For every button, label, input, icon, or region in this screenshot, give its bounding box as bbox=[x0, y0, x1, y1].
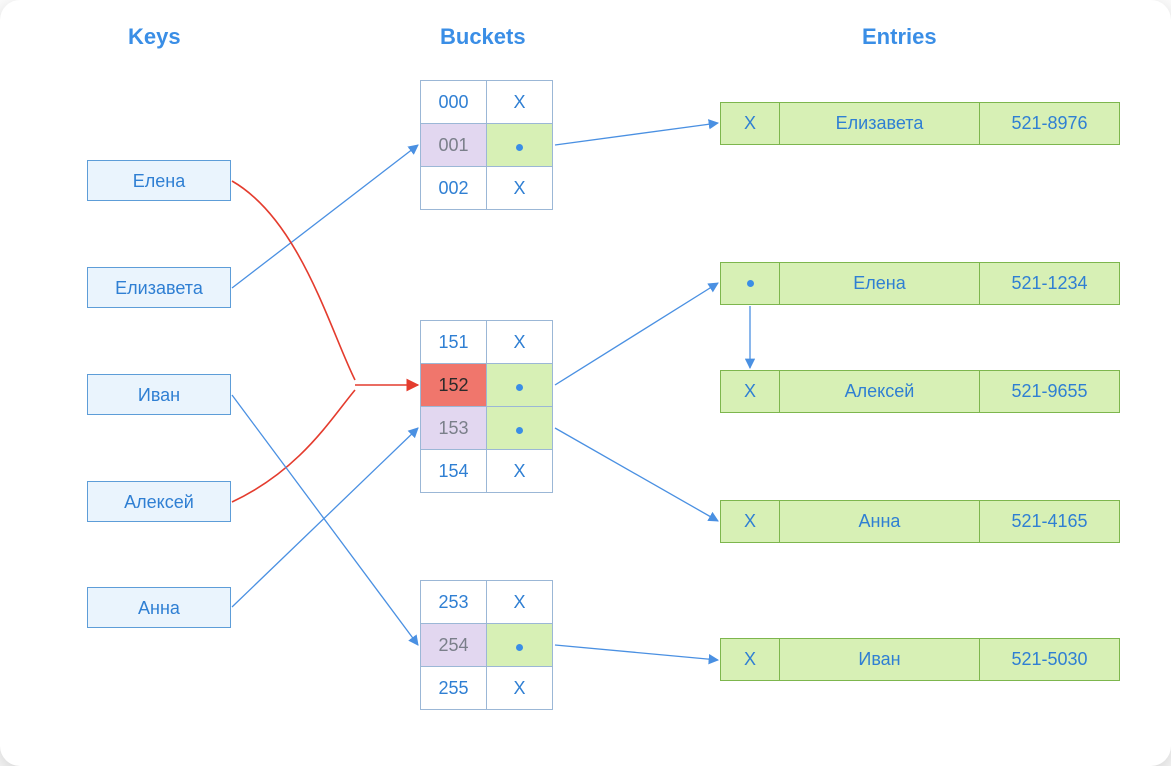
bucket-index: 253 bbox=[421, 581, 487, 624]
bucket-pointer: X bbox=[487, 667, 553, 710]
entry-row: X Анна 521-4165 bbox=[720, 500, 1120, 543]
bucket-index: 153 bbox=[421, 407, 487, 450]
entry-next: X bbox=[720, 500, 780, 543]
key-item: Елена bbox=[87, 160, 231, 201]
entry-row: X Елизавета 521-8976 bbox=[720, 102, 1120, 145]
entry-phone: 521-9655 bbox=[980, 370, 1120, 413]
entry-name: Елена bbox=[780, 262, 980, 305]
entry-name: Анна bbox=[780, 500, 980, 543]
bucket-index: 151 bbox=[421, 321, 487, 364]
key-item: Иван bbox=[87, 374, 231, 415]
bucket-pointer: X bbox=[487, 81, 553, 124]
heading-keys: Keys bbox=[128, 24, 181, 50]
bucket-pointer: X bbox=[487, 450, 553, 493]
bucket-index: 000 bbox=[421, 81, 487, 124]
key-item: Елизавета bbox=[87, 267, 231, 308]
key-item: Алексей bbox=[87, 481, 231, 522]
bucket-pointer: X bbox=[487, 167, 553, 210]
bucket-index: 152 bbox=[421, 364, 487, 407]
entry-next: X bbox=[720, 102, 780, 145]
bucket-group: 151 X 152 153 154 X bbox=[420, 320, 553, 493]
bucket-pointer: X bbox=[487, 321, 553, 364]
bucket-pointer bbox=[487, 364, 553, 407]
bucket-index: 154 bbox=[421, 450, 487, 493]
bucket-pointer: X bbox=[487, 581, 553, 624]
entry-row: X Иван 521-5030 bbox=[720, 638, 1120, 681]
entry-phone: 521-5030 bbox=[980, 638, 1120, 681]
entry-phone: 521-8976 bbox=[980, 102, 1120, 145]
entry-phone: 521-1234 bbox=[980, 262, 1120, 305]
arrow bbox=[555, 283, 718, 385]
entry-name: Елизавета bbox=[780, 102, 980, 145]
hash-table-diagram: Keys Buckets Entries Елена Елизавета Ива… bbox=[0, 0, 1171, 766]
heading-entries: Entries bbox=[862, 24, 937, 50]
arrow bbox=[232, 395, 418, 645]
bucket-group: 000 X 001 002 X bbox=[420, 80, 553, 210]
entry-phone: 521-4165 bbox=[980, 500, 1120, 543]
arrow bbox=[555, 645, 718, 660]
bucket-pointer bbox=[487, 407, 553, 450]
arrow bbox=[232, 181, 355, 380]
entry-row: X Алексей 521-9655 bbox=[720, 370, 1120, 413]
arrow bbox=[232, 428, 418, 607]
entry-next: X bbox=[720, 638, 780, 681]
key-item: Анна bbox=[87, 587, 231, 628]
bucket-pointer bbox=[487, 124, 553, 167]
entry-next bbox=[720, 262, 780, 305]
bucket-pointer bbox=[487, 624, 553, 667]
bucket-index: 255 bbox=[421, 667, 487, 710]
bucket-index: 254 bbox=[421, 624, 487, 667]
entry-name: Алексей bbox=[780, 370, 980, 413]
heading-buckets: Buckets bbox=[440, 24, 526, 50]
bucket-index: 002 bbox=[421, 167, 487, 210]
arrow bbox=[232, 145, 418, 288]
arrow bbox=[232, 390, 355, 502]
arrow bbox=[555, 428, 718, 521]
entry-next: X bbox=[720, 370, 780, 413]
arrow bbox=[555, 123, 718, 145]
entry-row: Елена 521-1234 bbox=[720, 262, 1120, 305]
bucket-group: 253 X 254 255 X bbox=[420, 580, 553, 710]
bucket-index: 001 bbox=[421, 124, 487, 167]
entry-name: Иван bbox=[780, 638, 980, 681]
